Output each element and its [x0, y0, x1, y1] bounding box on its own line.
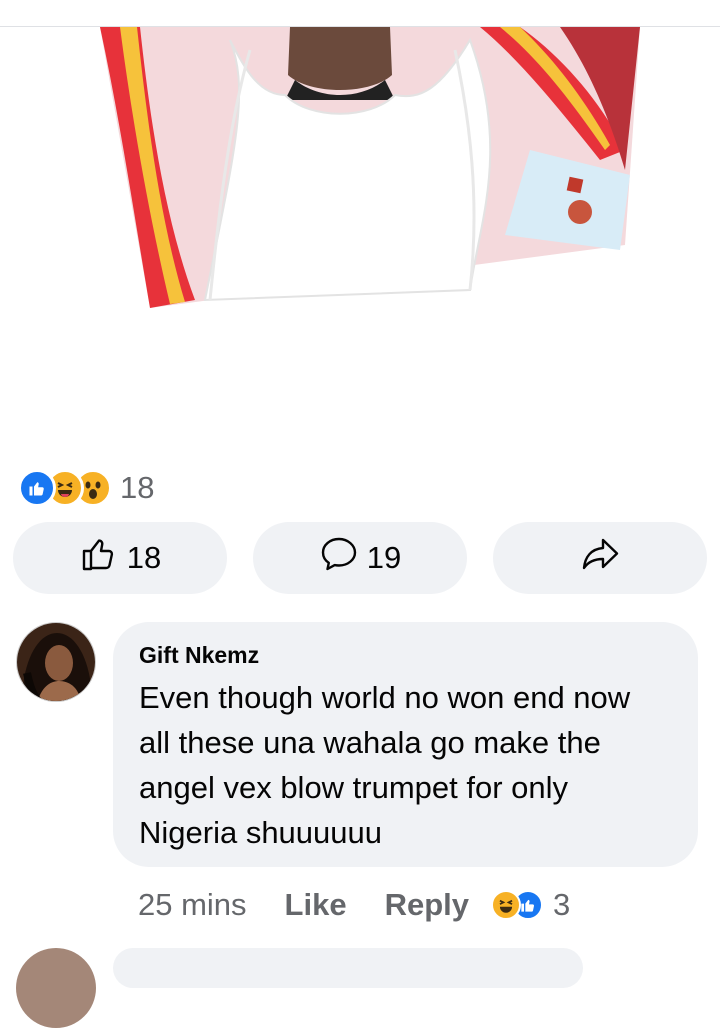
comment-reactions[interactable]: 3 [491, 887, 570, 923]
thumbs-up-icon [79, 534, 119, 582]
comment-text: Even though world no won end now all the… [139, 680, 631, 850]
comment-meta: 25 mins Like Reply 3 [138, 882, 570, 928]
next-comment-bubble[interactable] [113, 948, 583, 988]
share-icon [579, 534, 621, 582]
reaction-summary[interactable]: 18 [18, 469, 155, 507]
comment-reply-link[interactable]: Reply [385, 887, 469, 923]
comment-bubble[interactable]: Gift Nkemz Even though world no won end … [113, 622, 698, 867]
share-button[interactable] [493, 522, 707, 594]
comment-time[interactable]: 25 mins [138, 887, 247, 923]
post-photo[interactable] [0, 0, 720, 330]
like-count: 18 [126, 540, 162, 575]
avatar-photo [17, 623, 95, 701]
comment-like-link[interactable]: Like [285, 887, 347, 923]
comment-author[interactable]: Gift Nkemz [139, 642, 672, 669]
comment-count: 19 [366, 540, 402, 575]
reaction-count: 18 [120, 470, 155, 505]
comment-icon [319, 534, 359, 582]
like-reaction-icon [18, 469, 56, 507]
comment-reaction-count: 3 [553, 887, 571, 922]
commenter-avatar[interactable] [16, 622, 96, 702]
haha-icon [491, 890, 521, 920]
post-photo-graphic [100, 27, 640, 308]
like-button[interactable]: 18 [13, 522, 227, 594]
next-commenter-avatar[interactable] [16, 948, 96, 1028]
comment-button[interactable]: 19 [253, 522, 467, 594]
